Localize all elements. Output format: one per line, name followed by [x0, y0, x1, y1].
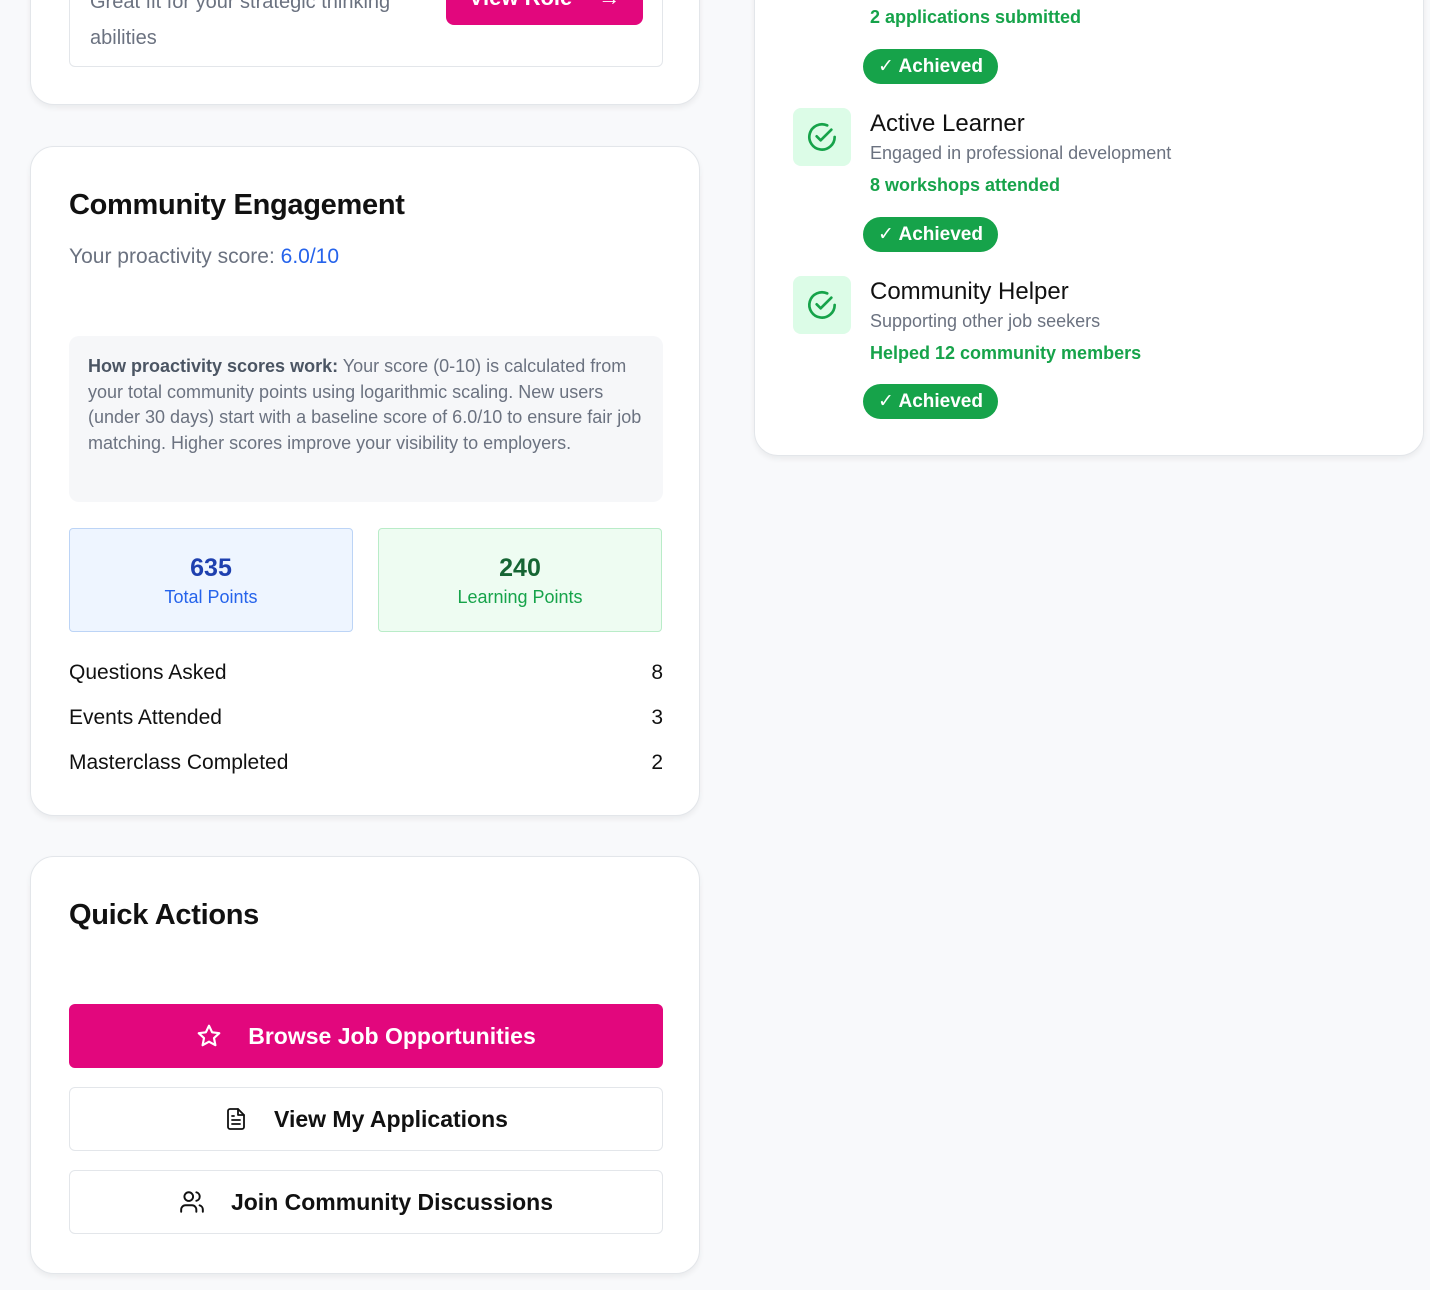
- stat-row-masterclass: Masterclass Completed 2: [69, 751, 663, 775]
- score-label: Your proactivity score:: [69, 245, 281, 268]
- role-match-reason: Great fit for your strategic thinking ab…: [90, 0, 391, 49]
- score-value: 6.0/10: [280, 245, 340, 268]
- stat-label: Masterclass Completed: [69, 751, 289, 774]
- community-discussions-button[interactable]: Join Community Discussions: [69, 1170, 663, 1234]
- arrow-right-icon: →: [598, 0, 620, 11]
- check-circle-icon: [793, 276, 851, 334]
- engagement-title: Community Engagement: [69, 189, 405, 221]
- view-applications-button[interactable]: View My Applications: [69, 1087, 663, 1151]
- view-applications-label: View My Applications: [274, 1105, 508, 1132]
- proactivity-score: Your proactivity score: 6.0/10: [69, 245, 339, 269]
- document-icon: [227, 1108, 245, 1130]
- achievement-metric: 8 workshops attended: [870, 175, 1061, 195]
- stat-label: Questions Asked: [69, 661, 227, 684]
- community-engagement-card: Community Engagement Your proactivity sc…: [30, 146, 700, 816]
- view-role-label: View Role: [469, 0, 573, 11]
- role-item: Great fit for your strategic thinking ab…: [69, 0, 663, 67]
- learning-points-box: 240 Learning Points: [378, 528, 662, 632]
- total-points-box: 635 Total Points: [69, 528, 353, 632]
- check-circle-icon: [793, 108, 851, 166]
- achieved-badge: ✓ Achieved: [863, 384, 998, 419]
- browse-jobs-label: Browse Job Opportunities: [248, 1022, 536, 1049]
- stat-row-questions: Questions Asked 8: [69, 661, 663, 685]
- stat-value: 2: [651, 751, 663, 774]
- achievement-description: Supporting other job seekers: [870, 311, 1101, 331]
- users-icon: [180, 1191, 204, 1213]
- achievement-metric: 2 applications submitted: [870, 7, 1082, 27]
- community-discussions-label: Join Community Discussions: [230, 1188, 554, 1215]
- achieved-badge: ✓ Achieved: [863, 49, 998, 84]
- quick-actions-card: Quick Actions Browse Job Opportunities V…: [30, 856, 700, 1274]
- learning-points-label: Learning Points: [457, 587, 583, 607]
- achievements-card: 2 applications submitted ✓ Achieved Acti…: [754, 0, 1424, 456]
- learning-points-value: 240: [499, 554, 541, 582]
- recommended-role-card: Great fit for your strategic thinking ab…: [30, 0, 700, 105]
- achievement-title: Community Helper: [870, 278, 1069, 305]
- achievement-description: Engaged in professional development: [870, 143, 1172, 163]
- quick-actions-title: Quick Actions: [69, 899, 260, 931]
- achievement-title: Active Learner: [870, 110, 1025, 137]
- star-icon: [197, 1024, 221, 1047]
- info-heading: How proactivity scores work:: [88, 356, 339, 376]
- stat-value: 3: [651, 706, 663, 729]
- stat-row-events: Events Attended 3: [69, 706, 663, 730]
- view-role-button[interactable]: View Role →: [446, 0, 643, 25]
- score-info-box: How proactivity scores work: Your score …: [69, 336, 663, 502]
- achieved-badge: ✓ Achieved: [863, 217, 998, 252]
- stat-label: Events Attended: [69, 706, 222, 729]
- stat-value: 8: [651, 661, 663, 684]
- total-points-label: Total Points: [164, 587, 258, 607]
- browse-jobs-button[interactable]: Browse Job Opportunities: [69, 1004, 663, 1068]
- total-points-value: 635: [190, 554, 232, 582]
- achievement-metric: Helped 12 community members: [870, 343, 1142, 363]
